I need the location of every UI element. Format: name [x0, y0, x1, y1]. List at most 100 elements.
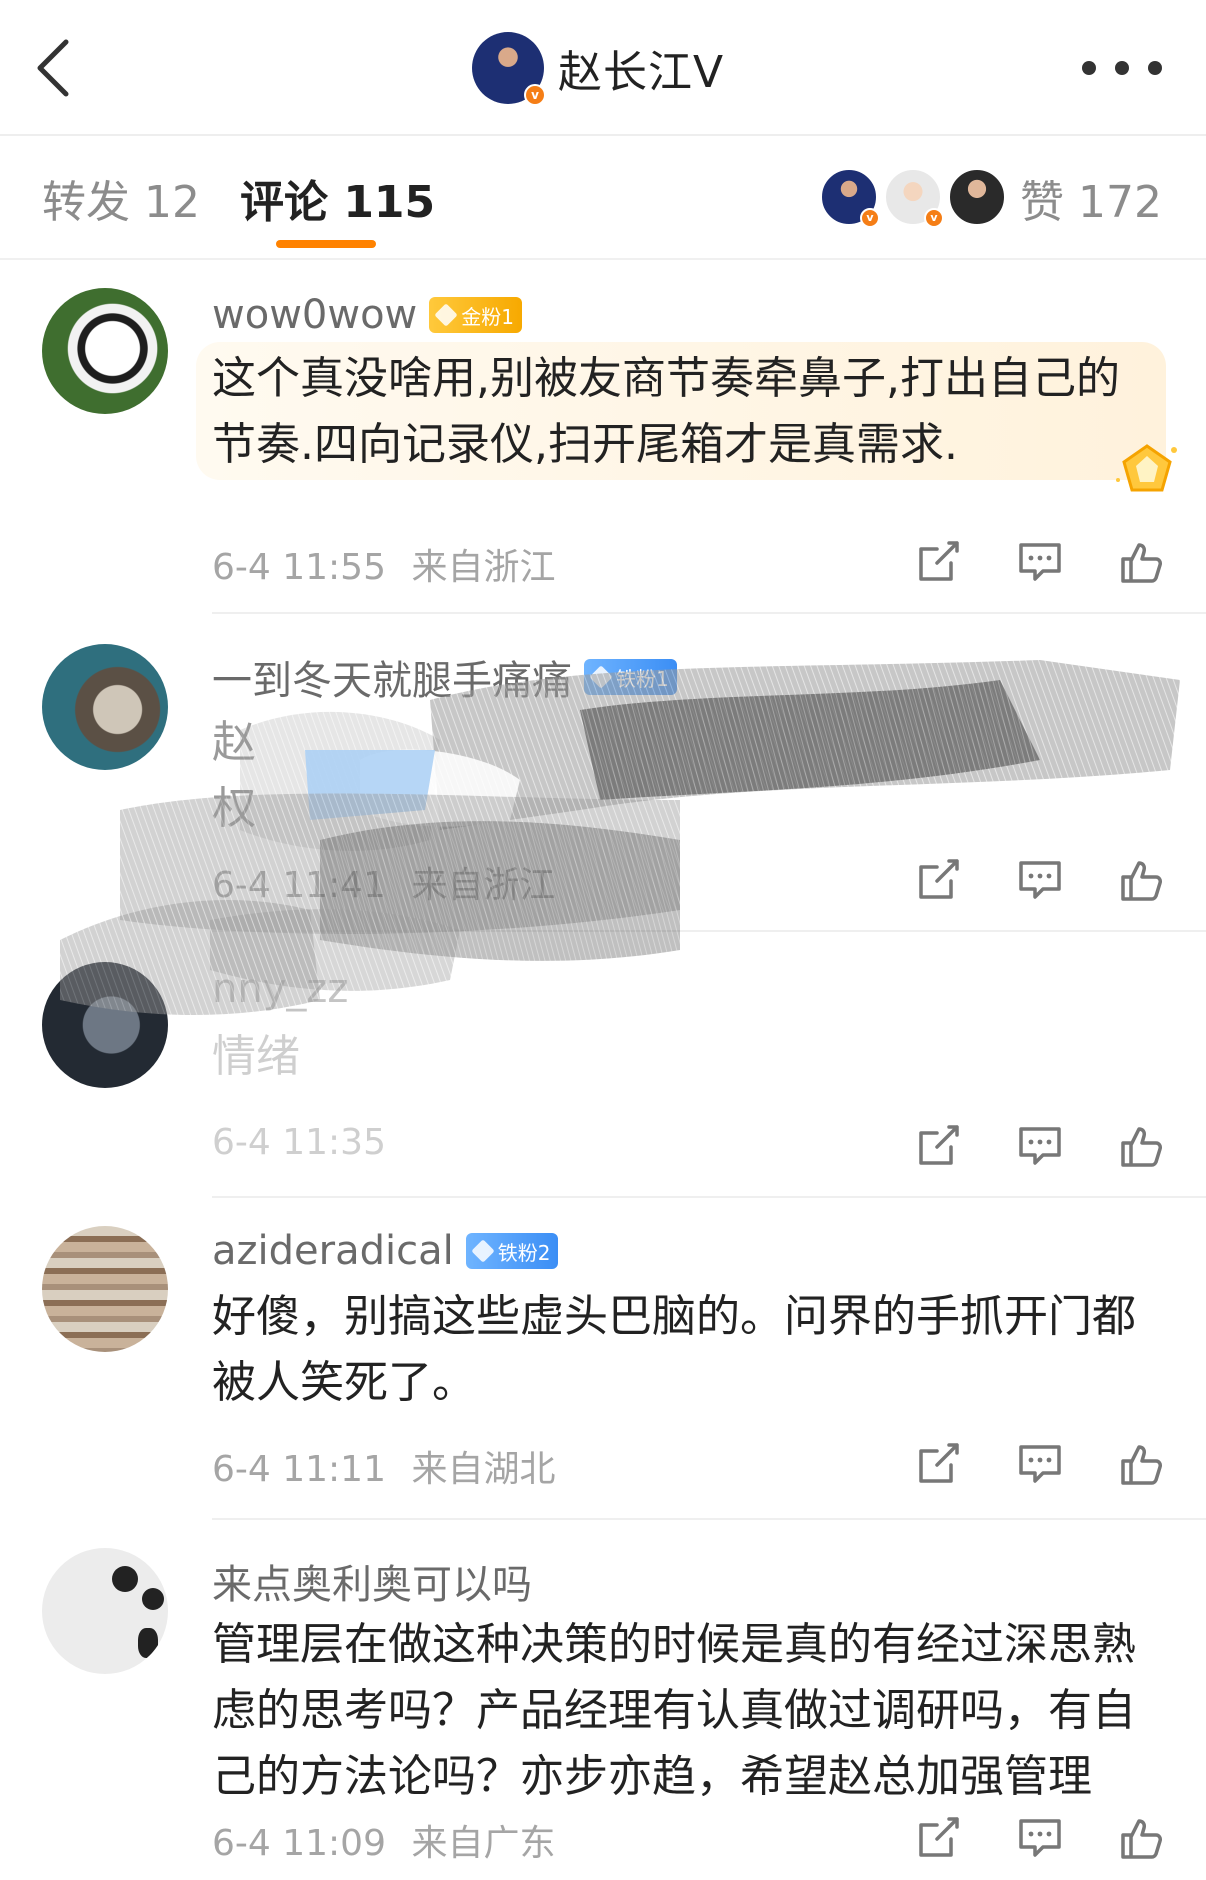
share-button[interactable]: [912, 1120, 964, 1172]
comment-icon: [1019, 861, 1061, 899]
list-item: wow0wow 金粉1 这个真没啥用,别被友商节奏牵鼻子,打出自己的 节奏.四向…: [0, 262, 1206, 612]
fan-badge: 金粉1: [429, 297, 522, 333]
share-button[interactable]: [912, 1812, 964, 1864]
trophy-icon: [1116, 444, 1177, 492]
comment-icon: [1019, 543, 1061, 581]
share-icon: [919, 1443, 959, 1483]
comment-actions: [912, 854, 1168, 906]
share-button[interactable]: [912, 536, 964, 588]
comment-header: 一到冬天就腿手痛痛 铁粉1: [212, 648, 677, 706]
share-button[interactable]: [912, 854, 964, 906]
comment-icon: [1019, 1127, 1061, 1165]
like-icon: [1121, 543, 1162, 583]
liker-avatars[interactable]: v v: [814, 168, 1006, 228]
share-icon: [919, 1125, 959, 1165]
comment-meta: 6-4 11:41 来自浙江: [212, 856, 555, 908]
reply-button[interactable]: [1014, 1438, 1066, 1490]
comment-icon: [1019, 1445, 1061, 1483]
comment-location: 来自浙江: [411, 547, 556, 588]
diamond-icon: [471, 1239, 495, 1263]
crown-icon: [434, 303, 458, 327]
like-icon: [1121, 861, 1162, 901]
header-title-group[interactable]: v 赵长江V: [472, 32, 725, 106]
comment-actions: [912, 1812, 1168, 1864]
avatar[interactable]: v: [820, 168, 880, 228]
avatar[interactable]: [42, 1226, 168, 1352]
username[interactable]: azideradical: [212, 1228, 454, 1274]
share-icon: [919, 859, 959, 899]
comment-text: 好傻，别搞这些虚头巴脑的。问界的手抓开门都 被人笑死了。: [212, 1291, 1136, 1408]
comment-actions: [912, 1120, 1168, 1172]
comment-text: 情绪: [212, 1031, 300, 1082]
comment-date: 6-4 11:11: [212, 1449, 386, 1490]
comment-location: 来自湖北: [411, 1449, 556, 1490]
verified-badge-icon: v: [524, 84, 546, 106]
like-button[interactable]: [1116, 1438, 1168, 1490]
comment-meta: 6-4 11:09 来自广东: [212, 1814, 555, 1866]
username[interactable]: 来点奥利奥可以吗: [212, 1552, 532, 1610]
tab-likes[interactable]: 赞 172: [1020, 166, 1162, 230]
comment-header: nny_zz: [212, 966, 348, 1012]
share-icon: [919, 1817, 959, 1857]
comment-header: 来点奥利奥可以吗: [212, 1552, 532, 1610]
avatar[interactable]: [42, 962, 168, 1088]
more-button[interactable]: [1082, 56, 1162, 80]
back-button[interactable]: [30, 36, 78, 100]
comment-header: wow0wow 金粉1: [212, 292, 522, 338]
list-item: 来点奥利奥可以吗 管理层在做这种决策的时候是真的有经过深思熟 虑的思考吗？产品经…: [0, 1520, 1206, 1880]
comment-location: 来自浙江: [411, 865, 556, 906]
like-button[interactable]: [1116, 1120, 1168, 1172]
avatar[interactable]: [42, 1548, 168, 1674]
like-icon: [1121, 1819, 1162, 1859]
comment-actions: [912, 536, 1168, 588]
more-dots-icon: [1082, 61, 1096, 75]
comment-header: azideradical 铁粉2: [212, 1228, 559, 1274]
comment-actions: [912, 1438, 1168, 1490]
chevron-left-icon: [37, 39, 69, 97]
avatar[interactable]: [948, 168, 1006, 226]
avatar[interactable]: v: [472, 32, 546, 106]
username[interactable]: wow0wow: [212, 292, 417, 338]
reply-button[interactable]: [1014, 1120, 1066, 1172]
comment-text: 管理层在做这种决策的时候是真的有经过深思熟 虑的思考吗？产品经理有认真做过调研吗…: [212, 1619, 1136, 1802]
share-button[interactable]: [912, 1438, 964, 1490]
comment-icon: [1019, 1819, 1061, 1857]
list-item: azideradical 铁粉2 好傻，别搞这些虚头巴脑的。问界的手抓开门都 被…: [0, 1198, 1206, 1518]
like-button[interactable]: [1116, 536, 1168, 588]
active-tab-indicator: [276, 240, 376, 248]
tab-bar: 转发 12 评论 115 v v 赞 172: [0, 136, 1206, 260]
top-bar: v 赵长江V: [0, 0, 1206, 136]
tab-repost[interactable]: 转发 12: [42, 166, 200, 230]
like-button[interactable]: [1116, 1812, 1168, 1864]
list-item: 一到冬天就腿手痛痛 铁粉1 赵 权 6-4 11:41 来自浙江: [0, 614, 1206, 930]
avatar[interactable]: v: [884, 168, 944, 228]
avatar[interactable]: [42, 644, 168, 770]
list-item: nny_zz 情绪 6-4 11:35: [0, 932, 1206, 1196]
fan-badge: 铁粉1: [584, 659, 677, 695]
verified-badge-icon: v: [924, 208, 944, 228]
like-button[interactable]: [1116, 854, 1168, 906]
comment-date: 6-4 11:09: [212, 1823, 386, 1864]
comment-meta: 6-4 11:11 来自湖北: [212, 1440, 555, 1492]
share-icon: [919, 541, 959, 581]
verified-badge-icon: v: [860, 208, 880, 228]
reply-button[interactable]: [1014, 854, 1066, 906]
comment-location: 来自广东: [411, 1823, 556, 1864]
diamond-icon: [589, 665, 613, 689]
username[interactable]: 一到冬天就腿手痛痛: [212, 648, 572, 706]
comment-date: 6-4 11:55: [212, 547, 386, 588]
like-icon: [1121, 1127, 1162, 1167]
comment-meta: 6-4 11:55 来自浙江: [212, 538, 555, 590]
comment-meta: 6-4 11:35: [212, 1122, 386, 1163]
comment-text: 这个真没啥用,别被友商节奏牵鼻子,打出自己的 节奏.四向记录仪,扫开尾箱才是真需…: [212, 353, 1120, 470]
like-icon: [1121, 1445, 1162, 1485]
reply-button[interactable]: [1014, 536, 1066, 588]
avatar[interactable]: [42, 288, 168, 414]
username[interactable]: nny_zz: [212, 966, 348, 1012]
comment-text: 赵 权: [212, 717, 256, 834]
comment-date: 6-4 11:41: [212, 865, 386, 906]
page-title: 赵长江V: [558, 47, 725, 98]
fan-badge: 铁粉2: [465, 1233, 559, 1269]
comment-date: 6-4 11:35: [212, 1122, 386, 1163]
reply-button[interactable]: [1014, 1812, 1066, 1864]
